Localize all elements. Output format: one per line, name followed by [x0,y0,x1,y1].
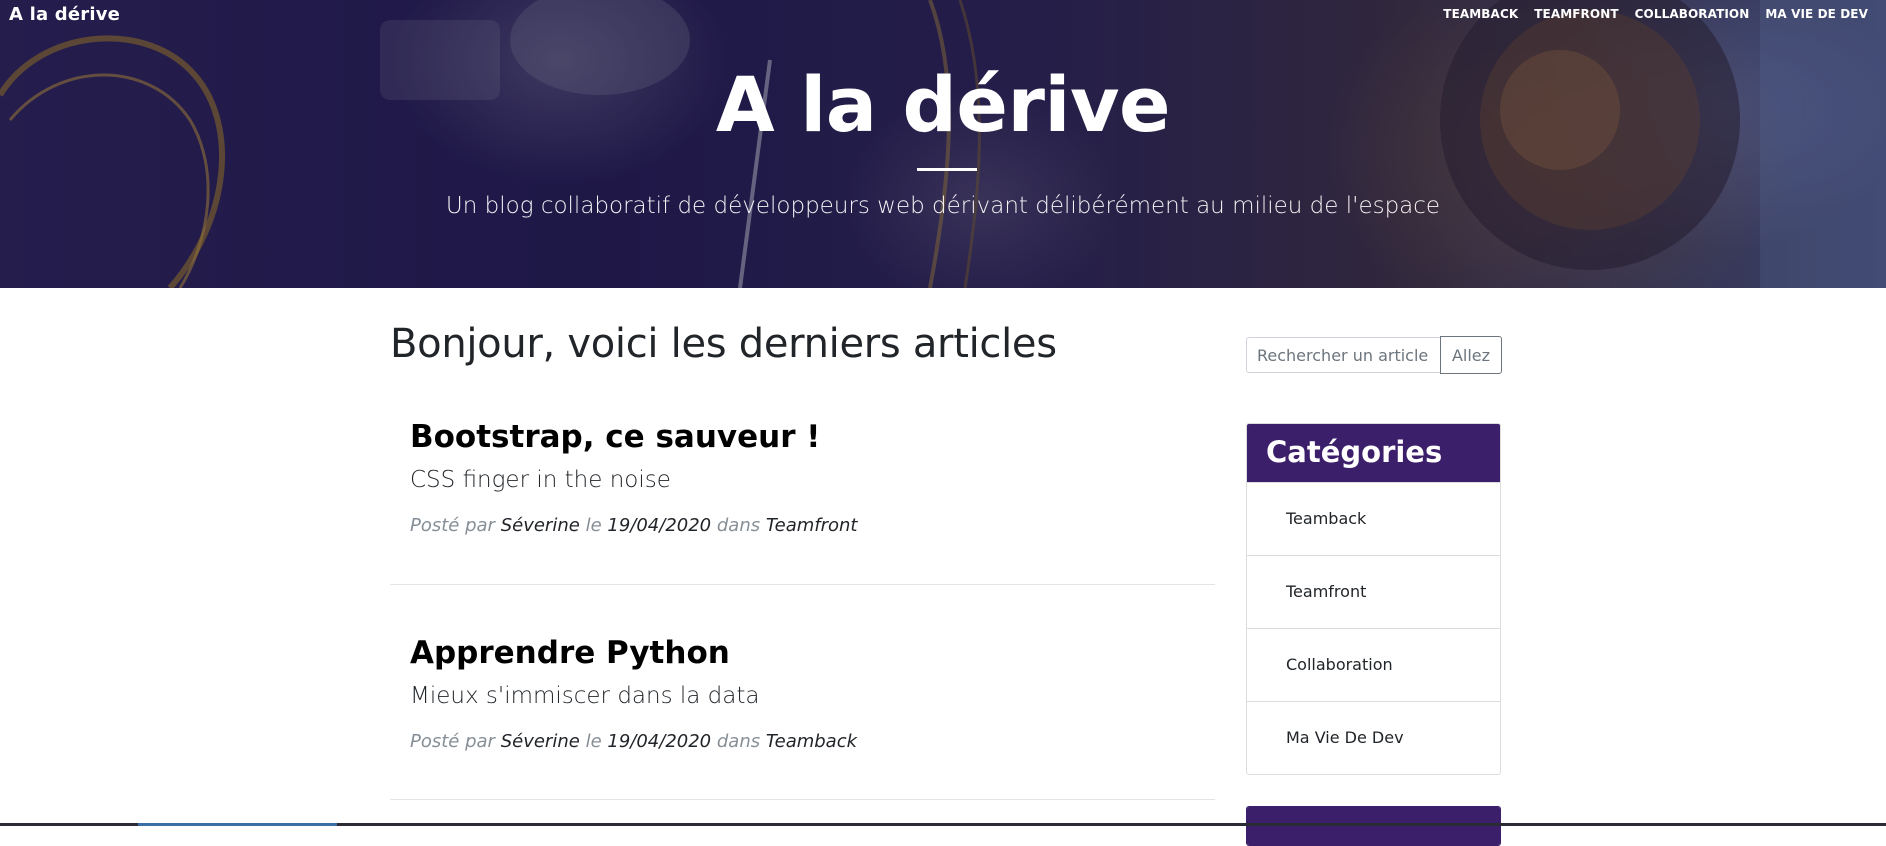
category-item-teamfront[interactable]: Teamfront [1247,555,1500,628]
post-title[interactable]: Apprendre Python [410,633,730,673]
categories-card: Catégories Teamback Teamfront Collaborat… [1246,423,1501,775]
search-input[interactable] [1246,337,1440,373]
post-author[interactable]: Séverine [501,731,580,752]
post-date[interactable]: 19/04/2020 [607,731,711,752]
sidebar-card [1246,806,1501,846]
site-title: A la dérive [715,60,1171,149]
nav-link-teamback[interactable]: Teamback [1435,7,1526,21]
post-category[interactable]: Teamback [766,731,857,752]
nav-link-ma-vie-de-dev[interactable]: Ma vie de dev [1757,7,1876,21]
search-submit-button[interactable]: Allez [1440,336,1502,374]
categories-title: Catégories [1247,424,1500,482]
nav-link-teamfront[interactable]: Teamfront [1526,7,1626,21]
post-meta: Posté par Séverine le 19/04/2020 dans Te… [410,514,857,538]
post-date[interactable]: 19/04/2020 [607,515,711,536]
category-item-collaboration[interactable]: Collaboration [1247,628,1500,701]
sidebar-card-header [1247,807,1500,845]
post-meta: Posté par Séverine le 19/04/2020 dans Te… [410,730,857,754]
posted-by-label: Posté par [410,731,495,752]
post-subtitle[interactable]: CSS finger in the noise [410,465,671,495]
date-prefix: le [585,515,602,536]
post-divider [390,799,1215,800]
nav-link-collaboration[interactable]: Collaboration [1627,7,1758,21]
page-heading: Bonjour, voici les derniers articles [390,321,1057,367]
post-author[interactable]: Séverine [501,515,580,536]
site-subtitle: Un blog collaboratif de développeurs web… [445,193,1441,219]
category-item-teamback[interactable]: Teamback [1247,482,1500,555]
post-divider [390,584,1215,585]
category-prefix: dans [716,731,761,752]
post-category[interactable]: Teamfront [766,515,858,536]
post-subtitle[interactable]: Mieux s'immiscer dans la data [410,681,760,711]
search-form: Allez [1246,336,1502,374]
main-nav: Teamback Teamfront Collaboration Ma vie … [1435,7,1876,21]
masthead: A la dérive Teamback Teamfront Collabora… [0,0,1886,288]
category-prefix: dans [716,515,761,536]
date-prefix: le [585,731,602,752]
title-divider [917,168,977,171]
category-item-ma-vie-de-dev[interactable]: Ma Vie De Dev [1247,701,1500,774]
posted-by-label: Posté par [410,515,495,536]
post-title[interactable]: Bootstrap, ce sauveur ! [410,417,820,457]
navbar-brand[interactable]: A la dérive [9,4,120,25]
